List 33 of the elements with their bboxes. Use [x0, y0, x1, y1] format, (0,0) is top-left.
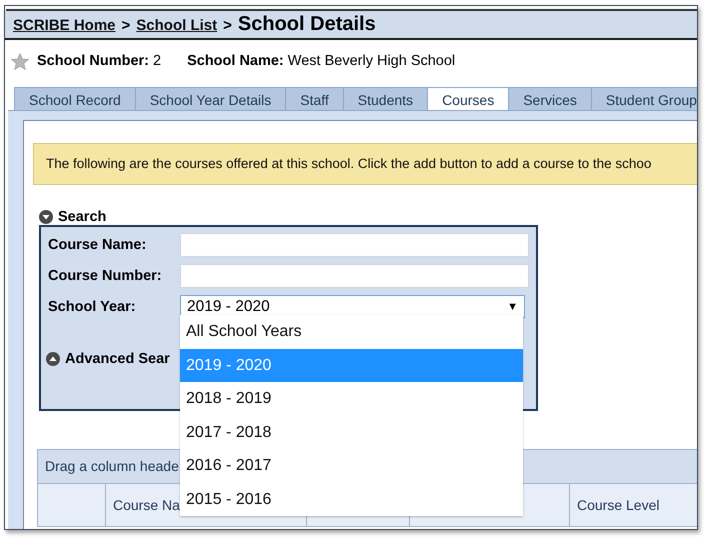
- breadcrumb-link[interactable]: School List: [136, 17, 218, 34]
- field-label: Course Number:: [48, 268, 163, 284]
- field-value: West Beverly High School: [286, 53, 456, 69]
- field-label: School Number:: [37, 53, 149, 69]
- dropdown-option[interactable]: 2018 - 2019: [180, 382, 523, 416]
- dropdown-option[interactable]: All School Years: [180, 315, 523, 348]
- tab[interactable]: School Year Details: [134, 87, 286, 112]
- tab[interactable]: Staff: [285, 87, 344, 112]
- tab[interactable]: Students: [342, 87, 428, 112]
- breadcrumb-separator: >: [122, 17, 130, 34]
- tab[interactable]: School Record: [14, 87, 136, 112]
- page-title: School Details: [238, 13, 376, 36]
- field-label: Course Name:: [48, 237, 148, 253]
- tab[interactable]: Student Group: [590, 87, 697, 112]
- breadcrumb-separator: >: [223, 17, 232, 34]
- dropdown-option[interactable]: 2016 - 2017: [180, 449, 523, 482]
- breadcrumb-link[interactable]: SCRIBE Home: [13, 17, 116, 34]
- tab[interactable]: Services: [508, 87, 592, 112]
- dropdown-option[interactable]: 2015 - 2016: [180, 482, 523, 516]
- dropdown-option[interactable]: 2017 - 2018: [180, 416, 523, 449]
- column-header[interactable]: Course Na: [113, 497, 180, 513]
- field-label: School Name:: [187, 53, 284, 69]
- info-banner: The following are the courses offered at this school. Click the add button to add a course to the schoo: [33, 143, 697, 185]
- star-icon[interactable]: [11, 52, 29, 70]
- field-label: School Year:: [48, 298, 137, 314]
- input-field[interactable]: [180, 264, 529, 288]
- section-title[interactable]: Search: [58, 209, 106, 225]
- collapse-toggle-icon[interactable]: [39, 210, 53, 224]
- expand-toggle-icon[interactable]: [46, 352, 60, 366]
- field-value: 2: [152, 53, 162, 69]
- column-header[interactable]: Course Level: [577, 497, 660, 513]
- input-field[interactable]: [180, 233, 529, 257]
- section-title[interactable]: Advanced Sear: [65, 351, 170, 367]
